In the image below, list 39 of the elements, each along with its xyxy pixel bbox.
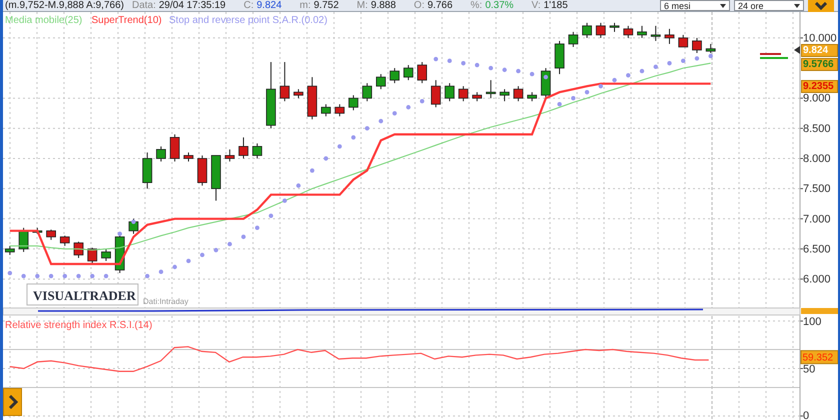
data-source-text: Dati:Intraday	[143, 297, 188, 306]
field-label: Data:	[132, 0, 156, 12]
legend-label: SuperTrend(10)	[91, 15, 162, 26]
field-value: 9.824	[256, 0, 282, 12]
price-label: 9.2355	[801, 80, 838, 93]
field-label: C:	[244, 0, 254, 12]
field-label: M:	[356, 0, 368, 12]
axis-tick-label: 9.000	[800, 92, 831, 105]
price-label: 9.824	[801, 44, 838, 58]
axis-tick-label: 7.500	[800, 183, 831, 196]
field-label: m:	[300, 0, 311, 12]
axis-tick-label: 100	[800, 316, 822, 328]
legend-label: Media mobile(25)	[5, 15, 82, 26]
legend-label: Stop and reverse point S.A.R.(0.02)	[169, 15, 328, 26]
field-label: %:	[470, 0, 482, 12]
field-value: 29/04 17:35:19	[158, 0, 226, 12]
field-value: 9.888	[370, 0, 396, 12]
range-text: (m.9,752-M.9,888 A:9,766)	[5, 0, 124, 12]
price-label: 9.5766	[801, 58, 838, 71]
axis-tick-label: 0	[800, 410, 810, 420]
y-tick-label: 50	[803, 364, 816, 376]
axis-tick-label: 50	[800, 364, 816, 376]
field-value: 1'185	[544, 0, 568, 12]
field-label: V:	[532, 0, 541, 12]
rsi-value-label: 59.352	[800, 350, 838, 364]
axis-tick-label: 8.500	[800, 122, 831, 135]
axis-tick-label: 10.000	[800, 32, 837, 44]
axis-tick-label: 7.000	[800, 213, 831, 226]
field-value: 0.37%	[485, 0, 514, 12]
field-value: 9.766	[427, 0, 453, 12]
field-label: O:	[414, 0, 424, 12]
field-value: 9.752	[314, 0, 339, 12]
axis-tick-label: 6.000	[800, 274, 831, 286]
y-tick-label: 100	[803, 316, 822, 328]
visualtrader-logo: VISUALTRADER	[26, 284, 138, 306]
axis-tick-label: 6.500	[800, 243, 831, 256]
axis-tick-label: 8.000	[800, 153, 831, 165]
y-tick-label: 0	[803, 410, 810, 420]
rsi-title: Relative strength index R.S.I.(14)	[5, 320, 152, 331]
